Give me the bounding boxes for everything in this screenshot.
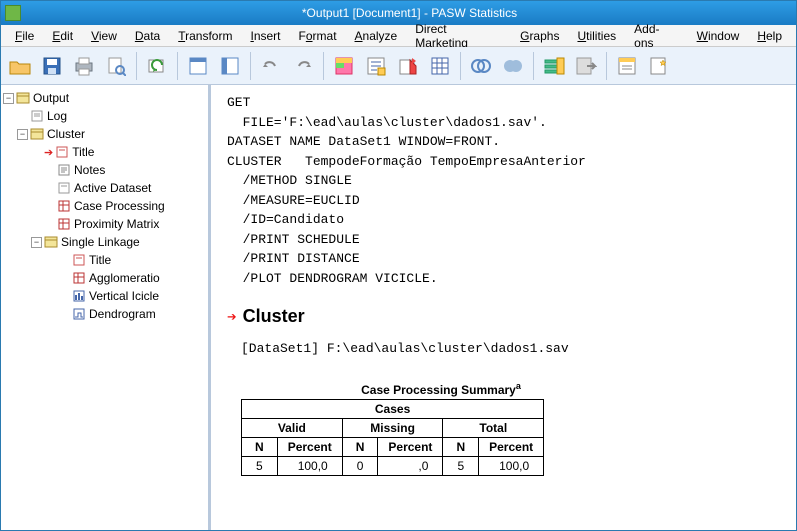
table-row: 5 100,0 0 ,0 5 100,0 <box>242 456 544 475</box>
tree-label: Vertical Icicle <box>89 289 159 303</box>
menu-format[interactable]: Format <box>291 27 345 45</box>
print-preview-button[interactable] <box>101 51 131 81</box>
menu-help[interactable]: Help <box>749 27 790 45</box>
outline-pane[interactable]: − Output Log − Cluster ➔ Title <box>1 85 211 530</box>
menu-insert[interactable]: Insert <box>242 27 288 45</box>
open-button[interactable] <box>5 51 35 81</box>
syntax-line: FILE='F:\ead\aulas\cluster\dados1.sav'. <box>227 113 780 133</box>
syntax-line: /MEASURE=EUCLID <box>227 191 780 211</box>
syntax-line: GET <box>227 93 780 113</box>
menu-edit[interactable]: Edit <box>44 27 81 45</box>
th-percent: Percent <box>277 437 342 456</box>
tree-title[interactable]: ➔ Title <box>3 143 206 161</box>
export-button[interactable] <box>571 51 601 81</box>
tree-notes[interactable]: Notes <box>3 161 206 179</box>
table-title: Case Processing Summarya <box>241 381 641 397</box>
current-item-arrow-icon: ➔ <box>44 146 53 159</box>
tree-label: Output <box>33 91 69 105</box>
overlap-circles-icon[interactable] <box>466 51 496 81</box>
syntax-line: CLUSTER TempodeFormação TempoEmpresaAnte… <box>227 152 780 172</box>
table-header-total: Total <box>443 418 544 437</box>
th-n: N <box>443 437 479 456</box>
tree-label: Active Dataset <box>74 181 151 195</box>
bars-yellow-button[interactable] <box>539 51 569 81</box>
paste-button[interactable] <box>393 51 423 81</box>
th-percent: Percent <box>479 437 544 456</box>
variables-button[interactable] <box>215 51 245 81</box>
tree-sl-title[interactable]: Title <box>3 251 206 269</box>
tree-log[interactable]: Log <box>3 107 206 125</box>
menu-analyze[interactable]: Analyze <box>347 27 406 45</box>
tree-sl-agglomeration[interactable]: Agglomeratio <box>3 269 206 287</box>
select-cells-button[interactable] <box>329 51 359 81</box>
output-viewer[interactable]: GET FILE='F:\ead\aulas\cluster\dados1.sa… <box>211 85 796 530</box>
collapse-icon[interactable]: − <box>17 129 28 140</box>
tree-label: Agglomeratio <box>89 271 160 285</box>
syntax-line: /PLOT DENDROGRAM VICICLE. <box>227 269 780 289</box>
app-icon <box>5 5 21 21</box>
collapse-icon[interactable]: − <box>31 237 42 248</box>
menu-transform[interactable]: Transform <box>170 27 240 45</box>
menu-data[interactable]: Data <box>127 27 168 45</box>
doc-star-button[interactable] <box>644 51 674 81</box>
tree-label: Notes <box>74 163 105 177</box>
table-header-valid: Valid <box>242 418 343 437</box>
undo-button[interactable] <box>256 51 286 81</box>
th-n: N <box>342 437 378 456</box>
tree-label: Title <box>72 145 94 159</box>
tree-active-dataset[interactable]: Active Dataset <box>3 179 206 197</box>
syntax-line: /ID=Candidato <box>227 210 780 230</box>
cluster-heading-row: ➔ Cluster <box>227 306 780 327</box>
window-title: *Output1 [Document1] - PASW Statistics <box>27 6 792 20</box>
recall-dialog-button[interactable] <box>142 51 172 81</box>
spreadsheet-button[interactable] <box>425 51 455 81</box>
tree-label: Case Processing <box>74 199 165 213</box>
tree-label: Proximity Matrix <box>74 217 159 231</box>
collapse-icon[interactable]: − <box>3 93 14 104</box>
dataset-line: [DataSet1] F:\ead\aulas\cluster\dados1.s… <box>241 339 780 359</box>
tree-sl-dendrogram[interactable]: Dendrogram <box>3 305 206 323</box>
tree-cluster[interactable]: − Cluster <box>3 125 206 143</box>
menu-graphs[interactable]: Graphs <box>512 27 567 45</box>
insert-text-button[interactable] <box>361 51 391 81</box>
menu-view[interactable]: View <box>83 27 125 45</box>
case-processing-summary-table[interactable]: Cases Valid Missing Total N Percent N Pe… <box>241 399 544 476</box>
syntax-line: /METHOD SINGLE <box>227 171 780 191</box>
filled-circles-icon[interactable] <box>498 51 528 81</box>
tree-label: Cluster <box>47 127 85 141</box>
syntax-line: /PRINT SCHEDULE <box>227 230 780 250</box>
tree-case-processing[interactable]: Case Processing <box>3 197 206 215</box>
table-header-cases: Cases <box>242 399 544 418</box>
menu-window[interactable]: Window <box>689 27 748 45</box>
cluster-heading: Cluster <box>243 306 305 327</box>
syntax-line: DATASET NAME DataSet1 WINDOW=FRONT. <box>227 132 780 152</box>
tree-proximity-matrix[interactable]: Proximity Matrix <box>3 215 206 233</box>
tree-single-linkage[interactable]: − Single Linkage <box>3 233 206 251</box>
goto-data-button[interactable] <box>183 51 213 81</box>
toolbar <box>1 47 796 85</box>
tree-label: Dendrogram <box>89 307 156 321</box>
print-button[interactable] <box>69 51 99 81</box>
tree-label: Title <box>89 253 111 267</box>
doc-pane-button[interactable] <box>612 51 642 81</box>
th-percent: Percent <box>378 437 443 456</box>
table-header-missing: Missing <box>342 418 443 437</box>
tree-output[interactable]: − Output <box>3 89 206 107</box>
menubar: File Edit View Data Transform Insert For… <box>1 25 796 47</box>
redo-button[interactable] <box>288 51 318 81</box>
save-button[interactable] <box>37 51 67 81</box>
syntax-line: /PRINT DISTANCE <box>227 249 780 269</box>
menu-utilities[interactable]: Utilities <box>569 27 624 45</box>
tree-label: Single Linkage <box>61 235 140 249</box>
section-arrow-icon: ➔ <box>227 307 237 327</box>
tree-label: Log <box>47 109 67 123</box>
menu-file[interactable]: File <box>7 27 42 45</box>
tree-sl-vertical-icicle[interactable]: Vertical Icicle <box>3 287 206 305</box>
th-n: N <box>242 437 278 456</box>
